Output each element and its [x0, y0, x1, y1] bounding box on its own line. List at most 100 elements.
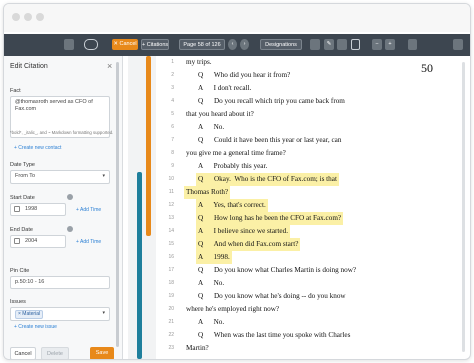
- cancel-button[interactable]: ✕ Cancel: [112, 39, 138, 50]
- transcript-line[interactable]: 22 Q When was the last time you spoke wit…: [156, 329, 470, 342]
- issues-label: Issues: [10, 299, 26, 305]
- pen-tool-icon[interactable]: ✎: [324, 39, 334, 50]
- pin-cite-label: Pin Cite: [10, 268, 30, 274]
- line-number: 14: [168, 228, 174, 234]
- app-window: ✕ Cancel + Citations Page 58 of 126 ‹ › …: [3, 3, 471, 360]
- zoom-in-icon[interactable]: +: [385, 39, 395, 50]
- zoom-out-icon[interactable]: −: [372, 39, 382, 50]
- transcript-line[interactable]: 17 Q Do you know what Charles Martin is d…: [156, 264, 470, 277]
- line-number: 8: [171, 150, 174, 156]
- date-type-select[interactable]: From To ▾: [10, 170, 110, 184]
- start-date-input[interactable]: 1998: [10, 203, 66, 216]
- transcript-line[interactable]: 4 Q Do you recall which trip you came bac…: [156, 95, 470, 108]
- transcript-line[interactable]: 18 A No.: [156, 277, 470, 290]
- save-button[interactable]: Save: [90, 347, 114, 359]
- next-page-icon[interactable]: ›: [240, 39, 249, 50]
- document-scrollbar[interactable]: [462, 62, 465, 352]
- page-number: 50: [421, 61, 433, 75]
- chevron-down-icon: ▾: [102, 173, 105, 179]
- designation-bar-orange[interactable]: [146, 56, 151, 236]
- window-minimize-dot[interactable]: [24, 13, 32, 21]
- line-text: Q Could it have been this year or last y…: [198, 136, 342, 144]
- box-tool-icon[interactable]: [351, 39, 360, 50]
- citations-button[interactable]: + Citations: [141, 39, 169, 50]
- toggle-switch[interactable]: [84, 39, 98, 50]
- line-number: 2: [171, 72, 174, 78]
- transcript-line[interactable]: 8 you give me a general time frame?: [156, 147, 470, 160]
- line-text: Q Who did you hear it from?: [198, 71, 291, 79]
- line-text: that you heard about it?: [186, 110, 254, 118]
- line-text: where he's employed right now?: [186, 305, 280, 313]
- highlighted-line-text: Thomas Roth?: [184, 186, 231, 199]
- display-settings-icon[interactable]: [408, 39, 417, 50]
- sidebar-toggle-icon[interactable]: [64, 39, 74, 50]
- start-date-value: 1998: [25, 206, 38, 212]
- line-number: 12: [168, 202, 174, 208]
- highlight-tool-icon[interactable]: [337, 39, 347, 50]
- transcript-page: 1 my trips. 2 Q Who did you hear it from? 3 A…: [156, 56, 470, 359]
- line-number: 22: [168, 332, 174, 338]
- delete-button[interactable]: Delete: [41, 347, 69, 359]
- toolbar: ✕ Cancel + Citations Page 58 of 126 ‹ › …: [4, 34, 470, 56]
- window-close-dot[interactable]: [12, 13, 20, 21]
- chevron-down-icon: ▾: [102, 310, 105, 316]
- line-number: 9: [171, 163, 174, 169]
- end-add-time-link[interactable]: + Add Time: [76, 239, 101, 245]
- line-number: 18: [168, 280, 174, 286]
- line-text: A No.: [198, 123, 225, 131]
- line-number: 19: [168, 293, 174, 299]
- line-text: Q Do you know what Charles Martin is doi…: [198, 266, 357, 274]
- transcript-line[interactable]: 11 Thomas Roth?: [156, 186, 470, 199]
- transcript-line[interactable]: 23 Martin?: [156, 342, 470, 355]
- arrow-tool-icon[interactable]: [310, 39, 320, 50]
- help-icon: [67, 194, 73, 200]
- line-number: 7: [171, 137, 174, 143]
- transcript-line[interactable]: 7 Q Could it have been this year or last …: [156, 134, 470, 147]
- designation-bar-teal[interactable]: [137, 172, 142, 359]
- previous-page-icon[interactable]: ‹: [228, 39, 237, 50]
- transcript-line[interactable]: 12 A Yes, that's correct.: [156, 199, 470, 212]
- start-date-label: Start Date: [10, 195, 35, 201]
- pin-cite-input[interactable]: p.50:10 - 16: [10, 276, 110, 289]
- transcript-line[interactable]: 9 A Probably this year.: [156, 160, 470, 173]
- cancel-button[interactable]: Cancel: [10, 347, 36, 359]
- transcript-line[interactable]: 5 that you heard about it?: [156, 108, 470, 121]
- transcript-line[interactable]: 20 where he's employed right now?: [156, 303, 470, 316]
- transcript-line[interactable]: 16 A 1998.: [156, 251, 470, 264]
- line-number: 5: [171, 111, 174, 117]
- line-number: 3: [171, 85, 174, 91]
- highlighted-line-text: A Yes, that's correct.: [196, 199, 268, 212]
- close-icon[interactable]: ×: [107, 61, 112, 71]
- line-text: Q Do you know what he's doing -- do you …: [198, 292, 346, 300]
- fullscreen-icon[interactable]: [453, 39, 463, 50]
- transcript-line[interactable]: 14 A I believe since we started.: [156, 225, 470, 238]
- issues-select[interactable]: × Material ▾: [10, 307, 110, 321]
- end-date-value: 2004: [25, 238, 38, 244]
- line-number: 4: [171, 98, 174, 104]
- issue-tag[interactable]: × Material: [15, 310, 44, 319]
- transcript-line[interactable]: 6 A No.: [156, 121, 470, 134]
- transcript-line[interactable]: 10 Q Okay. Who is the CFO of Fax.com; is …: [156, 173, 470, 186]
- transcript-line[interactable]: 15 Q And when did Fax.com start?: [156, 238, 470, 251]
- line-number: 17: [168, 267, 174, 273]
- create-issue-link[interactable]: + Create new issue: [14, 324, 57, 330]
- line-text: my trips.: [186, 58, 212, 66]
- end-date-input[interactable]: 2004: [10, 235, 66, 248]
- formatting-help-text: *bold*, _italic_, and ~ Markdown formatt…: [10, 130, 114, 135]
- create-contact-link[interactable]: + Create new contact: [14, 145, 61, 151]
- date-type-value: From To: [15, 173, 36, 179]
- designations-dropdown[interactable]: Designations: [260, 39, 302, 50]
- window-zoom-dot[interactable]: [36, 13, 44, 21]
- line-text: A I don't recall.: [198, 84, 252, 92]
- panel-scrollbar[interactable]: [116, 62, 119, 347]
- page-select[interactable]: Page 58 of 126: [179, 39, 225, 50]
- transcript-line[interactable]: 13 Q How long has he been the CFO at Fax.…: [156, 212, 470, 225]
- calendar-icon: [14, 206, 20, 212]
- transcript-line[interactable]: 19 Q Do you know what he's doing -- do yo…: [156, 290, 470, 303]
- start-add-time-link[interactable]: + Add Time: [76, 207, 101, 213]
- transcript-line[interactable]: 21 A No.: [156, 316, 470, 329]
- transcript-line[interactable]: 3 A I don't recall.: [156, 82, 470, 95]
- line-text: you give me a general time frame?: [186, 149, 286, 157]
- line-number: 23: [168, 345, 174, 351]
- designation-gutter: [128, 56, 156, 359]
